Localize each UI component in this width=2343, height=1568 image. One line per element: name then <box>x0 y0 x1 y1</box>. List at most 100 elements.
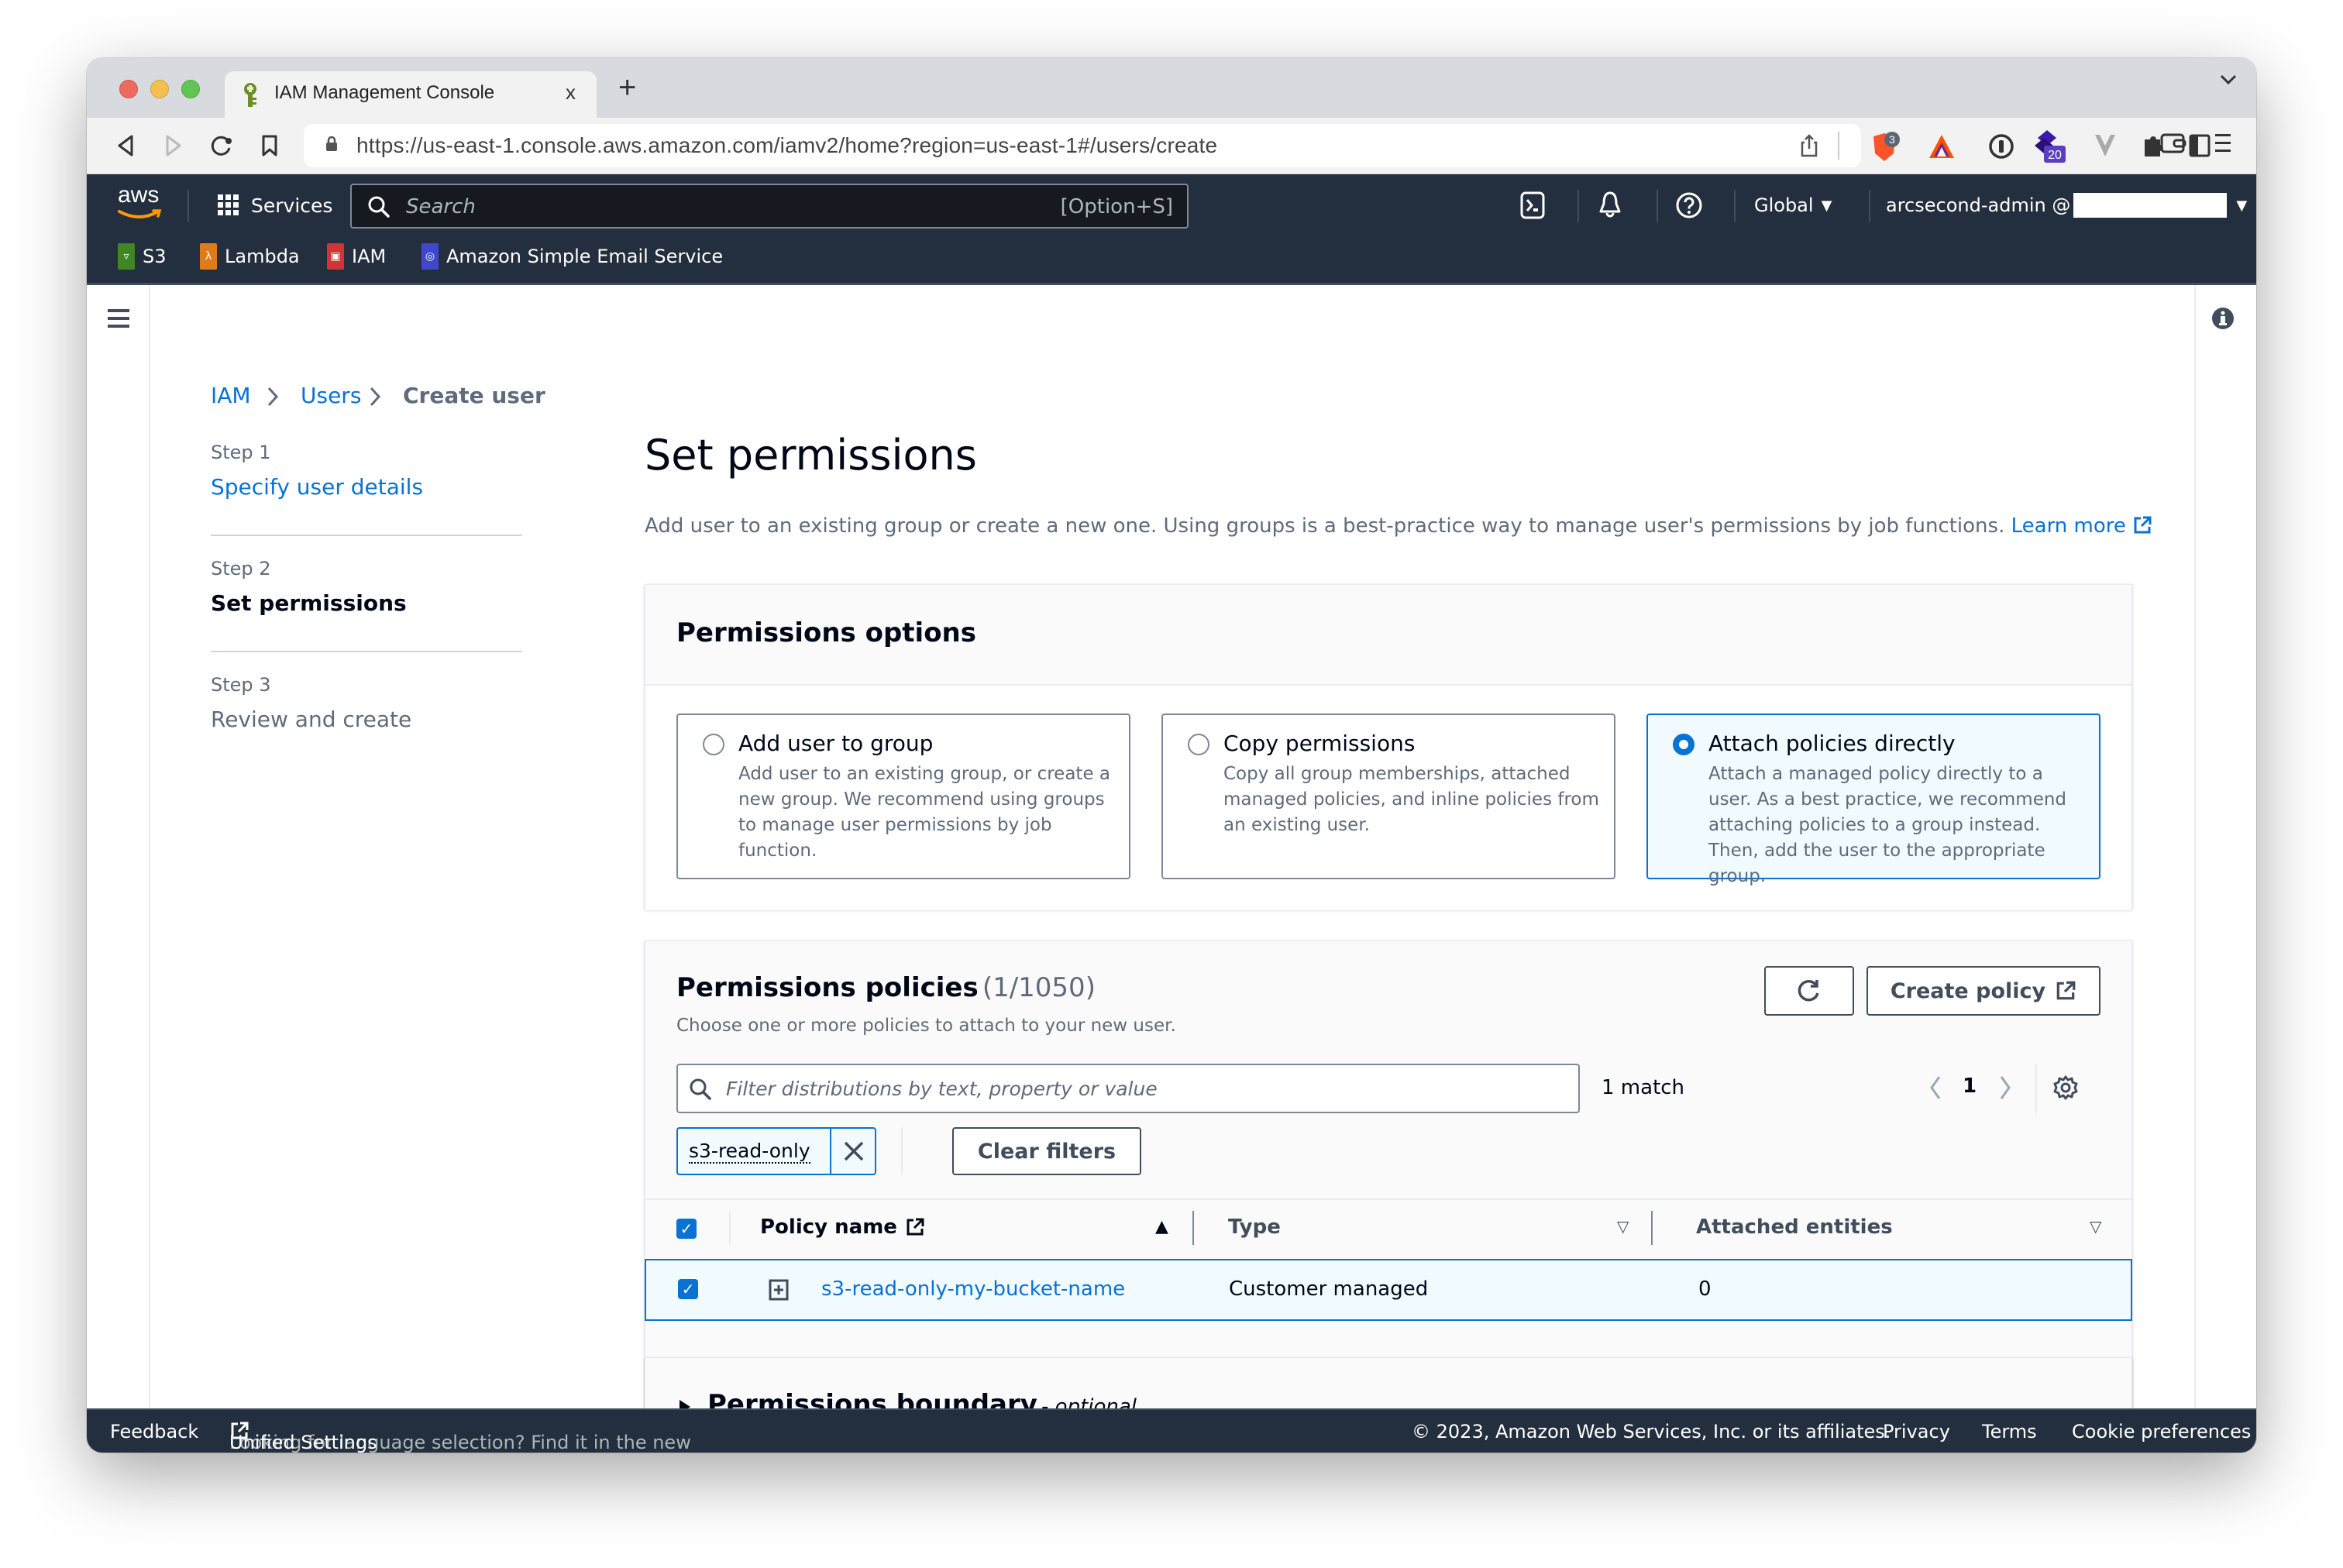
help-icon[interactable] <box>1675 191 1703 219</box>
region-label: Global <box>1754 194 1814 216</box>
browser-menu-icon[interactable] <box>2214 132 2231 155</box>
next-page-icon[interactable] <box>1998 1075 2012 1101</box>
close-tab-icon[interactable]: x <box>566 81 576 105</box>
share-icon[interactable] <box>1799 133 1819 158</box>
radio-add-user-to-group[interactable] <box>703 734 724 755</box>
gear-icon[interactable] <box>2052 1075 2079 1101</box>
column-attached-entities[interactable]: Attached entities <box>1696 1216 1893 1239</box>
brave-badge-count: 3 <box>1889 133 1895 146</box>
search-icon <box>368 196 390 218</box>
learn-more-link[interactable]: Learn more <box>2011 514 2126 538</box>
pagination-divider <box>2035 1064 2037 1113</box>
favorite-ses[interactable]: ◎ Amazon Simple Email Service <box>421 242 723 270</box>
step-3-disabled: Review and create <box>211 707 412 732</box>
step-2-current: Set permissions <box>211 590 407 616</box>
table-row[interactable]: ✓ s3-read-only-my-bucket-name Customer m… <box>645 1259 2132 1321</box>
reload-icon[interactable] <box>205 129 239 163</box>
option-copy-permissions[interactable]: Copy permissions Copy all group membersh… <box>1161 714 1615 879</box>
sidebar-toggle-icon[interactable] <box>2188 133 2211 158</box>
radio-copy-permissions[interactable] <box>1188 734 1209 755</box>
brave-shields-icon[interactable]: 3 <box>1869 132 1900 163</box>
search-shortcut: [Option+S] <box>1060 195 1173 218</box>
step-1-link[interactable]: Specify user details <box>211 474 423 500</box>
policy-name-link[interactable]: s3-read-only-my-bucket-name <box>821 1277 1125 1301</box>
sort-icon[interactable]: ▽ <box>1617 1217 1629 1236</box>
radio-attach-policies-directly[interactable] <box>1673 734 1694 755</box>
breadcrumb-users[interactable]: Users <box>301 383 361 408</box>
notifications-bell-icon[interactable] <box>1598 190 1622 221</box>
sort-icon[interactable]: ▽ <box>2090 1217 2101 1236</box>
create-policy-button[interactable]: Create policy <box>1866 966 2100 1016</box>
vue-devtools-icon[interactable] <box>2094 133 2117 158</box>
breadcrumb-iam[interactable]: IAM <box>211 383 251 408</box>
column-type[interactable]: Type <box>1228 1216 1281 1239</box>
remove-token-icon[interactable] <box>842 1140 865 1163</box>
policy-filter-input[interactable]: Filter distributions by text, property o… <box>676 1064 1580 1113</box>
tab-strip: IAM Management Console x + <box>87 58 2256 118</box>
brave-rewards-icon[interactable] <box>1928 133 1956 160</box>
filter-token-label[interactable]: s3-read-only <box>689 1140 810 1164</box>
cloudshell-icon[interactable] <box>1520 191 1545 219</box>
previous-page-icon[interactable] <box>1928 1075 1942 1101</box>
feedback-link[interactable]: Feedback <box>110 1421 198 1442</box>
option-attach-policies-directly[interactable]: Attach policies directly Attach a manage… <box>1646 714 2100 886</box>
services-label: Services <box>251 194 333 217</box>
select-all-checkbox[interactable]: ✓ <box>676 1219 697 1239</box>
address-bar[interactable]: https://us-east-1.console.aws.amazon.com… <box>304 124 1861 167</box>
services-menu-button[interactable]: Services <box>217 188 332 222</box>
lambda-icon: λ <box>200 243 217 270</box>
favorite-s3[interactable]: ▿ S3 <box>118 242 167 270</box>
permissions-boundary-toggle[interactable]: Permissions boundary - optional <box>707 1389 1137 1408</box>
current-page[interactable]: 1 <box>1963 1075 1977 1098</box>
password-manager-icon[interactable] <box>1988 133 2014 160</box>
left-nav-rail <box>87 285 150 1408</box>
close-window-button[interactable] <box>119 80 138 98</box>
permissions-boundary-panel: Permissions boundary - optional Set a pe… <box>645 1357 2132 1408</box>
cookie-preferences-link[interactable]: Cookie preferences <box>2072 1421 2251 1442</box>
nav-separator <box>1657 190 1658 222</box>
option-add-user-to-group[interactable]: Add user to group Add user to an existin… <box>676 714 1130 879</box>
account-name: arcsecond-admin @ <box>1886 194 2071 216</box>
expand-policy-icon[interactable] <box>769 1279 789 1301</box>
bookmark-icon[interactable] <box>253 129 287 163</box>
page-title: Set permissions <box>645 431 977 480</box>
tab-iam-console[interactable]: IAM Management Console x <box>225 71 597 118</box>
nav-separator <box>188 190 189 222</box>
policies-description: Choose one or more policies to attach to… <box>676 1016 1176 1036</box>
caret-right-icon[interactable] <box>678 1398 692 1408</box>
aws-logo[interactable]: aws <box>115 182 164 225</box>
refresh-button[interactable] <box>1764 966 1854 1016</box>
clear-filters-button[interactable]: Clear filters <box>952 1127 1141 1175</box>
page-description: Add user to an existing group or create … <box>645 514 2152 538</box>
privacy-link[interactable]: Privacy <box>1883 1421 1950 1442</box>
tab-list-chevron-icon[interactable] <box>2219 74 2238 86</box>
s3-bucket-icon: ▿ <box>118 243 135 270</box>
account-menu[interactable]: arcsecond-admin @ ▼ <box>1886 190 2247 221</box>
browser-window: IAM Management Console x + https://us-ea… <box>87 58 2256 1453</box>
sort-ascending-icon[interactable]: ▲ <box>1155 1217 1168 1236</box>
unified-settings-link[interactable]: Unified Settings <box>229 1432 377 1453</box>
forward-icon[interactable] <box>157 129 191 163</box>
search-placeholder: Search <box>406 195 476 218</box>
minimize-window-button[interactable] <box>150 80 169 98</box>
region-selector[interactable]: Global ▼ <box>1754 194 1832 216</box>
favorite-iam[interactable]: ▣ IAM <box>327 242 386 270</box>
column-policy-name[interactable]: Policy name <box>760 1216 925 1239</box>
policy-attached-entities: 0 <box>1698 1277 1712 1301</box>
right-help-rail <box>2194 285 2256 1408</box>
row-checkbox[interactable]: ✓ <box>678 1279 698 1299</box>
hamburger-menu-icon[interactable] <box>107 308 130 328</box>
new-tab-button[interactable]: + <box>618 70 636 105</box>
back-icon[interactable] <box>108 129 143 163</box>
step-1-label: Step 1 <box>211 442 271 463</box>
terms-link[interactable]: Terms <box>1982 1421 2037 1442</box>
extension-stack-icon[interactable]: 20 <box>2033 129 2067 164</box>
info-icon[interactable] <box>2211 307 2235 330</box>
wallet-icon[interactable] <box>2160 132 2186 155</box>
policy-type: Customer managed <box>1229 1277 1429 1301</box>
favorite-lambda[interactable]: λ Lambda <box>200 242 300 270</box>
zoom-window-button[interactable] <box>181 80 200 98</box>
console-search-input[interactable]: Search [Option+S] <box>350 184 1189 229</box>
step-divider <box>211 651 522 652</box>
external-link-icon <box>2056 981 2076 1000</box>
